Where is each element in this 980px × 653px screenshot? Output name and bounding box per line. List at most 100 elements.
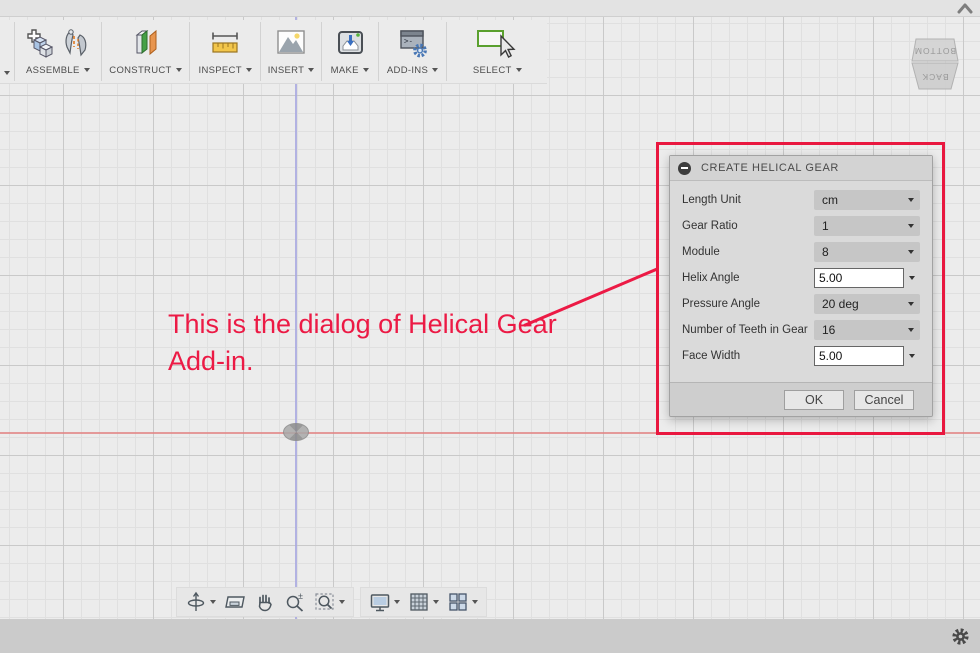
teeth-count-dropdown[interactable]: 16 <box>814 320 920 340</box>
inspect-icons <box>209 24 241 62</box>
navigation-toolbar: ± <box>176 587 487 617</box>
toolbar-overflow-stub[interactable] <box>0 20 14 83</box>
inspect-label: INSPECT <box>199 62 252 78</box>
view-cube[interactable]: BOTTOM BACK <box>903 36 967 94</box>
zoom-icon: ± <box>286 591 304 612</box>
chevron-down-icon <box>908 328 914 332</box>
make-label: MAKE <box>331 62 369 78</box>
chevron-down-icon <box>210 600 216 604</box>
face-width-dropdown-button[interactable] <box>904 346 920 366</box>
row-module: Module 8 <box>670 239 932 265</box>
insert-icons <box>275 24 307 62</box>
chevron-up-icon[interactable] <box>956 2 974 15</box>
joint-icon[interactable] <box>61 27 91 59</box>
gear-ratio-label: Gear Ratio <box>682 220 738 232</box>
3d-printer-icon[interactable] <box>334 28 366 58</box>
teeth-count-label: Number of Teeth in Gear <box>682 324 808 336</box>
display-settings-button[interactable] <box>365 589 404 615</box>
toolbar-group-construct[interactable]: CONSTRUCT <box>102 20 190 83</box>
module-label: Module <box>682 246 720 258</box>
chevron-down-icon <box>908 250 914 254</box>
origin-marker[interactable] <box>283 423 309 441</box>
look-at-icon <box>225 596 245 608</box>
toolbar-group-select[interactable]: SELECT <box>447 20 547 83</box>
grid-layout-button[interactable] <box>404 589 443 615</box>
chevron-down-icon <box>909 354 915 358</box>
nav-group-display-tools <box>360 587 487 617</box>
toolbar-group-make[interactable]: MAKE <box>322 20 378 83</box>
create-helical-gear-dialog: CREATE HELICAL GEAR Length Unit cm Gear … <box>669 155 933 417</box>
scripts-addins-icon[interactable]: >- <box>397 27 429 59</box>
zoom-button[interactable]: ± <box>280 589 310 615</box>
addins-label: ADD-INS <box>387 62 439 78</box>
pressure-angle-label: Pressure Angle <box>682 298 760 310</box>
insert-label: INSERT <box>268 62 315 78</box>
pan-hand-icon <box>258 594 272 612</box>
row-gear-ratio: Gear Ratio 1 <box>670 213 932 239</box>
orbit-icon <box>187 591 205 611</box>
pressure-angle-dropdown[interactable]: 20 deg <box>814 294 920 314</box>
measure-ruler-icon[interactable] <box>209 28 241 58</box>
length-unit-label: Length Unit <box>682 194 741 206</box>
face-width-input[interactable] <box>814 346 904 366</box>
row-pressure-angle: Pressure Angle 20 deg <box>670 291 932 317</box>
new-component-icon[interactable] <box>25 27 57 59</box>
select-icons <box>475 24 519 62</box>
zoom-window-button[interactable] <box>310 589 349 615</box>
viewports-button[interactable] <box>443 589 482 615</box>
toolbar-group-assemble[interactable]: ASSEMBLE <box>15 20 101 83</box>
chevron-down-icon <box>908 224 914 228</box>
toolbar-group-insert[interactable]: INSERT <box>261 20 321 83</box>
fusion360-window: ASSEMBLE CONSTRUCT INSPECT INSERT MAKE >… <box>0 0 980 653</box>
select-box-cursor-icon[interactable] <box>475 26 519 60</box>
chevron-down-icon <box>908 302 914 306</box>
chevron-down-icon <box>908 198 914 202</box>
annotation-line1: This is the dialog of Helical Gear <box>168 309 557 339</box>
chevron-down-icon <box>394 600 400 604</box>
assemble-label: ASSEMBLE <box>26 62 90 78</box>
chevron-down-icon <box>339 600 345 604</box>
display-settings-icon <box>370 594 390 612</box>
toolbar-group-addins[interactable]: >- ADD-INS <box>379 20 447 83</box>
helix-angle-input[interactable] <box>814 268 904 288</box>
grid-layout-icon <box>410 593 428 611</box>
chevron-down-icon <box>433 600 439 604</box>
construct-icons <box>129 24 161 62</box>
chevron-down-icon <box>909 276 915 280</box>
select-label: SELECT <box>473 62 522 78</box>
dialog-body: Length Unit cm Gear Ratio 1 Module 8 Hel… <box>670 181 932 369</box>
settings-gear-icon[interactable] <box>951 627 970 646</box>
construction-plane-icon[interactable] <box>129 27 161 59</box>
viewports-icon <box>449 593 467 611</box>
annotation-text: This is the dialog of Helical Gear Add-i… <box>168 306 557 380</box>
annotation-line2: Add-in. <box>168 346 254 376</box>
svg-text:BACK: BACK <box>921 72 948 82</box>
horizontal-axis-line <box>0 432 980 434</box>
orbit-button[interactable] <box>181 589 220 615</box>
module-dropdown[interactable]: 8 <box>814 242 920 262</box>
construct-label: CONSTRUCT <box>109 62 182 78</box>
dialog-header[interactable]: CREATE HELICAL GEAR <box>670 156 932 181</box>
look-at-button[interactable] <box>220 589 250 615</box>
assemble-icons <box>25 24 91 62</box>
helix-angle-dropdown-button[interactable] <box>904 268 920 288</box>
svg-text:BOTTOM: BOTTOM <box>914 46 956 56</box>
length-unit-dropdown[interactable]: cm <box>814 190 920 210</box>
toolbar-group-inspect[interactable]: INSPECT <box>190 20 260 83</box>
chevron-down-icon <box>472 600 478 604</box>
pan-button[interactable] <box>250 589 280 615</box>
insert-image-icon[interactable] <box>275 28 307 58</box>
zoom-window-fit-icon <box>315 593 334 610</box>
ok-button[interactable]: OK <box>784 389 844 410</box>
row-helix-angle: Helix Angle <box>670 265 932 291</box>
face-width-label: Face Width <box>682 350 741 362</box>
row-face-width: Face Width <box>670 343 932 369</box>
row-teeth-count: Number of Teeth in Gear 16 <box>670 317 932 343</box>
row-length-unit: Length Unit cm <box>670 187 932 213</box>
cancel-button[interactable]: Cancel <box>854 389 914 410</box>
dialog-title: CREATE HELICAL GEAR <box>701 162 839 174</box>
dialog-collapse-icon[interactable] <box>678 161 691 175</box>
gear-ratio-dropdown[interactable]: 1 <box>814 216 920 236</box>
svg-text:±: ± <box>298 591 303 601</box>
addins-icons: >- <box>397 24 429 62</box>
